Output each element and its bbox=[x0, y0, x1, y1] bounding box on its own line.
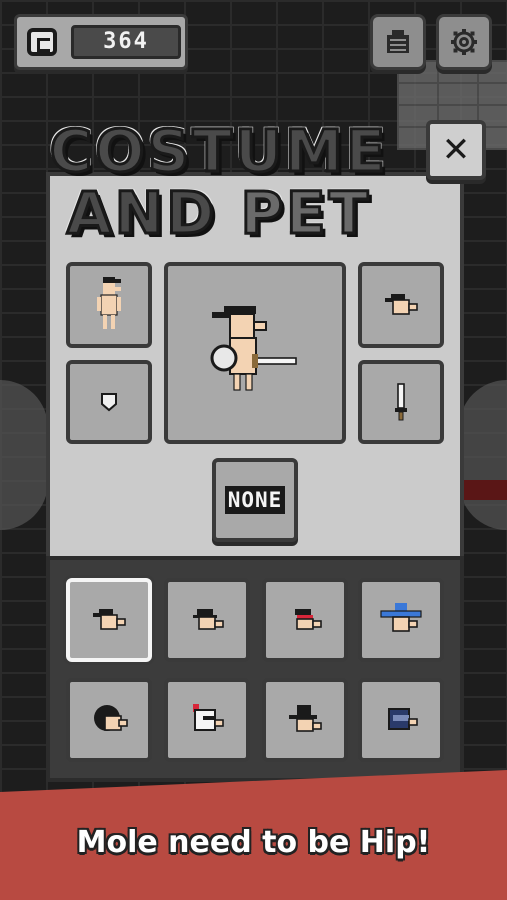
promo-banner: Mole need to be Hip! bbox=[0, 770, 507, 900]
grid-item-2[interactable] bbox=[164, 578, 250, 662]
hat-slot[interactable] bbox=[358, 262, 444, 348]
coin-icon bbox=[27, 28, 57, 56]
settings-button[interactable] bbox=[436, 14, 492, 70]
title-pet: PET bbox=[239, 179, 372, 247]
title-line-1: COSTUME bbox=[48, 117, 389, 185]
top-hat-icon bbox=[289, 705, 322, 732]
background-red-stripe bbox=[463, 480, 507, 500]
grid-item-8[interactable] bbox=[358, 678, 444, 762]
hat-icon bbox=[385, 294, 418, 315]
shield-icon bbox=[101, 393, 117, 412]
shield-slot[interactable] bbox=[66, 360, 152, 444]
grid-item-7[interactable] bbox=[262, 678, 348, 762]
body-slot[interactable] bbox=[66, 262, 152, 348]
coin-count: 364 bbox=[71, 25, 181, 59]
title-and: AND bbox=[65, 179, 218, 247]
black-hat-icon bbox=[93, 609, 126, 630]
afro-hair-icon bbox=[94, 705, 128, 731]
shop-button[interactable] bbox=[370, 14, 426, 70]
red-band-hat-icon bbox=[295, 609, 322, 630]
gear-icon bbox=[451, 29, 477, 55]
close-button[interactable]: ✕ bbox=[426, 120, 486, 180]
grid-item-3[interactable] bbox=[262, 578, 348, 662]
none-button-label: NONE bbox=[224, 486, 286, 514]
currency-bar: 364 bbox=[14, 14, 188, 70]
sword-icon bbox=[395, 383, 407, 421]
weapon-slot[interactable] bbox=[358, 360, 444, 444]
none-button[interactable]: NONE bbox=[212, 458, 298, 542]
grid-item-6[interactable] bbox=[164, 678, 250, 762]
banner-text: Mole need to be Hip! bbox=[76, 824, 431, 860]
page-title: COSTUME AND PET bbox=[26, 117, 412, 254]
grid-item-4[interactable] bbox=[358, 578, 444, 662]
shop-icon bbox=[387, 30, 409, 53]
background-pillar-right bbox=[459, 380, 507, 530]
knight-helmet-icon bbox=[193, 704, 224, 731]
black-bowler-hat-icon bbox=[193, 609, 224, 630]
grid-item-1[interactable] bbox=[66, 578, 152, 662]
mole-body-icon bbox=[97, 277, 121, 329]
mole-character-preview bbox=[210, 306, 297, 391]
close-icon: ✕ bbox=[441, 130, 471, 170]
title-line-2: AND PET bbox=[26, 179, 412, 247]
blue-wizard-hat-icon bbox=[380, 603, 422, 632]
character-preview bbox=[164, 262, 346, 444]
background-pillar-left bbox=[0, 380, 48, 530]
navy-helmet-icon bbox=[388, 708, 418, 730]
grid-item-5[interactable] bbox=[66, 678, 152, 762]
